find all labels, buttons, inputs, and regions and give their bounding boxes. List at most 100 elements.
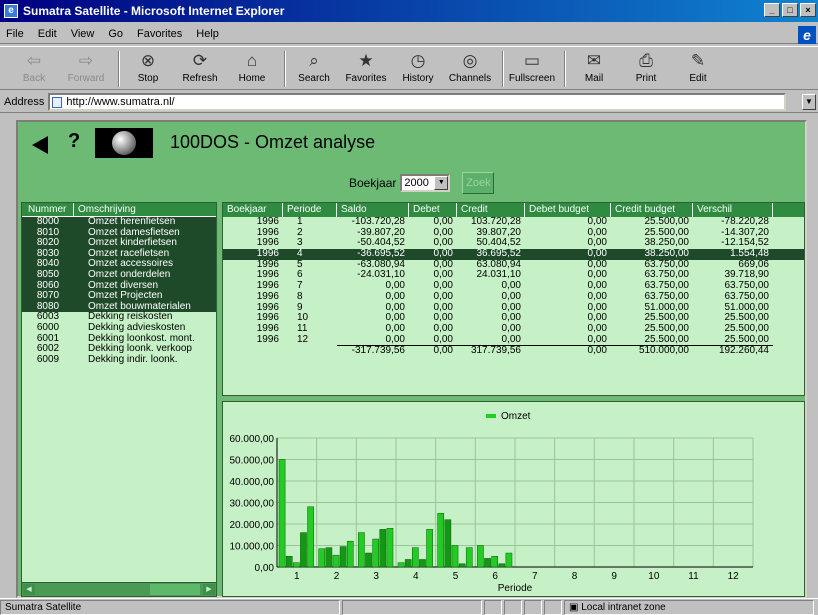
back-arrow-icon[interactable] — [32, 136, 48, 154]
bar — [386, 528, 394, 568]
back-button[interactable]: ⇦ Back — [10, 47, 58, 84]
history-button[interactable]: ◷ History — [394, 47, 442, 84]
menu-file[interactable]: File — [6, 28, 24, 40]
toolbar-separator — [284, 51, 286, 87]
print-button[interactable]: ⎙ Print — [622, 47, 670, 84]
boekjaar-select[interactable]: 2000 ▼ — [400, 174, 451, 192]
cell-debet-budget: 0,00 — [587, 333, 607, 345]
address-url: http://www.sumatra.nl/ — [66, 95, 175, 108]
account-number: 6000 — [36, 321, 60, 333]
help-icon[interactable]: ? — [68, 130, 80, 153]
bar — [339, 546, 347, 568]
column-header-verschil[interactable]: Verschil — [693, 203, 773, 217]
cell-periode: 1 — [297, 216, 303, 227]
favorites-button[interactable]: ★ Favorites — [342, 47, 390, 84]
column-header-omschrijving[interactable]: Omschrijving — [74, 203, 216, 216]
zone-text: Local intranet zone — [581, 601, 666, 613]
list-item[interactable]: 8000 Omzet herenfietsen — [22, 216, 216, 228]
history-label: History — [402, 73, 434, 84]
home-button[interactable]: ⌂ Home — [228, 47, 276, 84]
toolbar-separator — [502, 51, 504, 87]
close-button[interactable]: × — [800, 3, 816, 17]
channels-label: Channels — [448, 73, 492, 84]
stop-label: Stop — [137, 73, 159, 84]
address-dropdown-button[interactable]: ▼ — [802, 94, 816, 110]
bar — [426, 529, 433, 568]
x-tick-label: 3 — [373, 571, 379, 582]
cell-boekjaar: 1996 — [256, 322, 279, 334]
table-row[interactable]: 1996 12 0,00 0,00 0,00 0,00 25.500,00 25.500,00 — [223, 333, 804, 346]
forward-button[interactable]: ⇨ Forward — [62, 47, 110, 84]
menu-favorites[interactable]: Favorites — [137, 28, 182, 40]
column-header-boekjaar[interactable]: Boekjaar — [223, 203, 283, 217]
zoek-button[interactable]: Zoek — [462, 172, 495, 194]
address-input[interactable]: http://www.sumatra.nl/ — [48, 92, 787, 111]
forward-arrow-icon: ⇨ — [78, 51, 94, 70]
account-description: Dekking advieskosten — [88, 321, 186, 333]
table-row[interactable]: 1996 11 0,00 0,00 0,00 0,00 25.500,00 25.500,00 — [223, 322, 804, 335]
status-pane — [504, 599, 522, 615]
menu-help[interactable]: Help — [196, 28, 219, 40]
home-label: Home — [238, 73, 266, 84]
toolbar-separator — [564, 51, 566, 87]
page-icon — [52, 96, 63, 108]
channels-button[interactable]: ◎ Channels — [446, 47, 494, 84]
search-button[interactable]: ⌕ Search — [290, 47, 338, 84]
scrollbar-thumb[interactable] — [150, 584, 200, 595]
zone-indicator: ▣ Local intranet zone — [564, 599, 814, 615]
scroll-right-icon[interactable]: ▶ — [203, 584, 215, 595]
bar — [372, 538, 379, 568]
back-arrow-icon: ⇦ — [26, 51, 42, 70]
vertical-scrollbar[interactable] — [807, 114, 818, 598]
column-header-periode[interactable]: Periode — [283, 203, 337, 217]
fullscreen-button[interactable]: ▭ Fullscreen — [508, 47, 556, 84]
window-title: Sumatra Satellite - Microsoft Internet E… — [23, 4, 285, 18]
menu-view[interactable]: View — [71, 28, 95, 40]
stop-button[interactable]: ⊗ Stop — [124, 47, 172, 84]
total-verschil: 192.260,44 — [693, 345, 773, 356]
mail-button[interactable]: ✉ Mail — [570, 47, 618, 84]
table-row[interactable]: 1996 8 0,00 0,00 0,00 0,00 63.750,00 63.750,00 — [223, 290, 804, 303]
list-item[interactable]: 6000 Dekking advieskosten — [22, 321, 216, 334]
refresh-button[interactable]: ⟳ Refresh — [176, 47, 224, 84]
menu-edit[interactable]: Edit — [38, 28, 57, 40]
minimize-button[interactable]: _ — [764, 3, 780, 17]
account-description: Omzet onderdelen — [88, 268, 171, 280]
column-header-nummer[interactable]: Nummer — [22, 203, 74, 216]
x-tick-label: 8 — [572, 571, 578, 582]
cell-debet: 0,00 — [433, 290, 453, 302]
cell-saldo: 0,00 — [385, 333, 405, 345]
total-boekjaar — [223, 345, 283, 356]
list-item[interactable]: 6009 Dekking indir. loonk. — [22, 354, 216, 366]
bar — [437, 513, 445, 568]
cell-periode: 6 — [297, 269, 303, 281]
column-header-saldo[interactable]: Saldo — [337, 203, 409, 217]
bar — [491, 556, 498, 568]
history-icon: ◷ — [410, 51, 426, 70]
account-number: 8000 — [36, 216, 60, 227]
back-label: Back — [22, 73, 46, 84]
y-tick-label: 50.000,00 — [230, 456, 275, 467]
edit-button[interactable]: ✎ Edit — [674, 47, 722, 84]
chevron-down-icon[interactable]: ▼ — [434, 176, 449, 190]
column-header-credit[interactable]: Credit — [457, 203, 525, 217]
cell-credit-budget: 25.500,00 — [644, 333, 690, 345]
menu-go[interactable]: Go — [108, 28, 123, 40]
column-header-credit-budget[interactable]: Credit budget — [611, 203, 693, 217]
column-header-debet-budget[interactable]: Debet budget — [525, 203, 611, 217]
account-description: Omzet herenfietsen — [88, 216, 176, 227]
bar — [332, 554, 340, 568]
forward-label: Forward — [67, 73, 105, 84]
horizontal-scrollbar[interactable]: ◀ ▶ — [22, 582, 216, 596]
x-tick-label: 1 — [294, 571, 300, 582]
list-item[interactable]: 8050 Omzet onderdelen — [22, 268, 216, 281]
bar — [505, 552, 513, 568]
cell-credit: 0,00 — [501, 322, 521, 334]
favorites-icon: ★ — [358, 51, 374, 70]
maximize-button[interactable]: □ — [782, 3, 798, 17]
scroll-left-icon[interactable]: ◀ — [23, 584, 35, 595]
account-list-header: Nummer Omschrijving — [22, 203, 216, 217]
title-bar: e Sumatra Satellite - Microsoft Internet… — [0, 0, 818, 22]
status-pane — [524, 599, 542, 615]
column-header-debet[interactable]: Debet — [409, 203, 457, 217]
